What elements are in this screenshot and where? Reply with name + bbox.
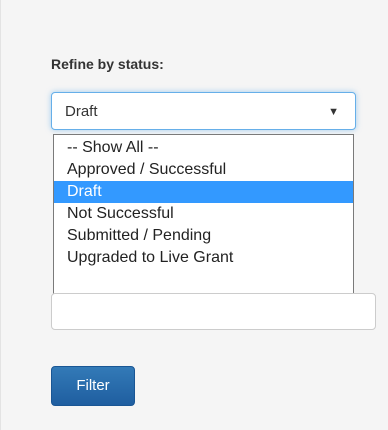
status-select-value: Draft — [65, 103, 98, 120]
caret-down-icon[interactable]: ▼ — [328, 106, 339, 118]
status-filter-label: Refine by status: — [51, 56, 164, 72]
status-option-submitted-pending[interactable]: Submitted / Pending — [54, 225, 353, 247]
status-option-draft[interactable]: Draft — [54, 181, 353, 203]
status-option-not-successful[interactable]: Not Successful — [54, 203, 353, 225]
status-dropdown-list[interactable]: -- Show All -- Approved / Successful Dra… — [53, 134, 354, 296]
status-option-approved-successful[interactable]: Approved / Successful — [54, 159, 353, 181]
filter-button[interactable]: Filter — [51, 366, 135, 406]
status-option-upgraded-to-live-grant[interactable]: Upgraded to Live Grant — [54, 247, 353, 269]
search-text-input[interactable] — [51, 293, 376, 330]
status-option-show-all[interactable]: -- Show All -- — [54, 137, 353, 159]
status-select[interactable]: Draft ▼ — [51, 92, 356, 130]
filter-panel: Refine by status: Draft ▼ -- Show All --… — [0, 0, 388, 430]
